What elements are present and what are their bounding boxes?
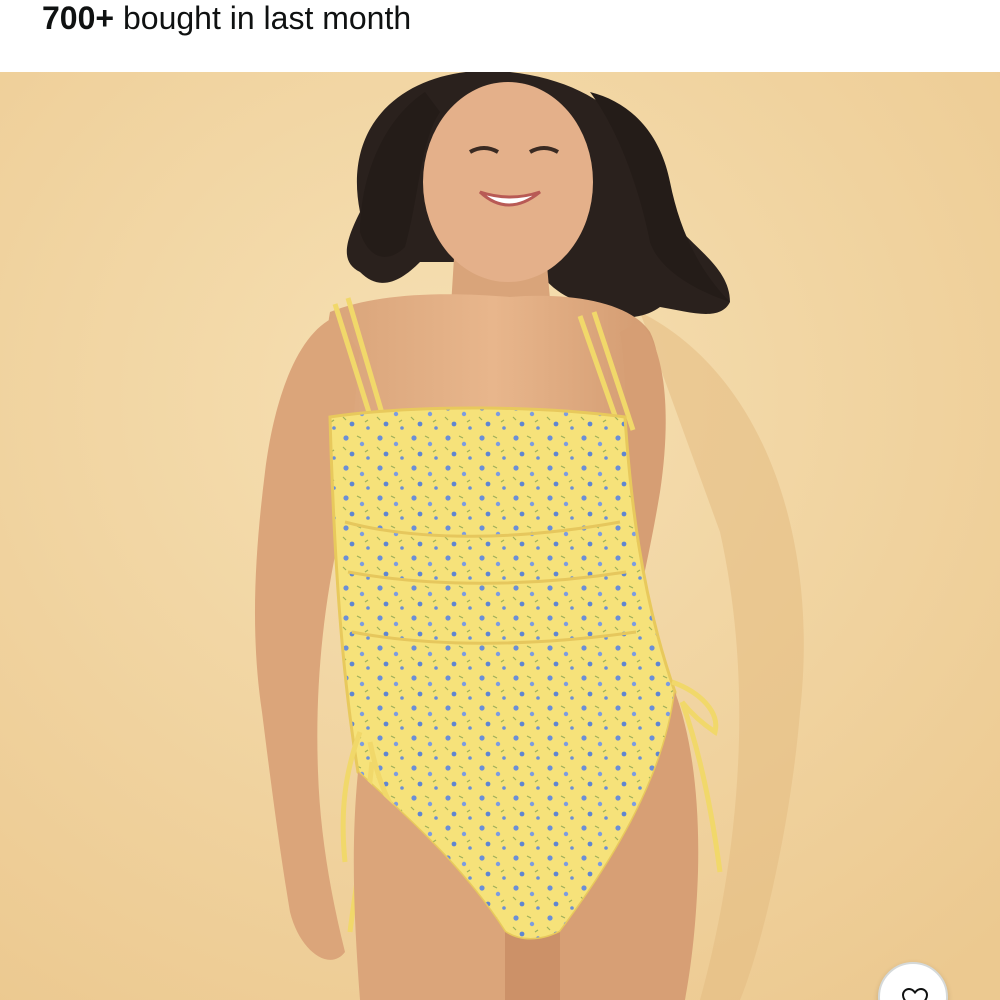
purchase-count-line: 700+ bought in last month — [42, 0, 411, 38]
purchase-count: 700+ — [42, 0, 115, 36]
product-image[interactable] — [0, 72, 1000, 1000]
heart-outline-icon — [902, 988, 928, 1000]
purchase-count-label: bought in last month — [122, 0, 412, 36]
product-page: 700+ bought in last month — [0, 0, 1000, 1000]
